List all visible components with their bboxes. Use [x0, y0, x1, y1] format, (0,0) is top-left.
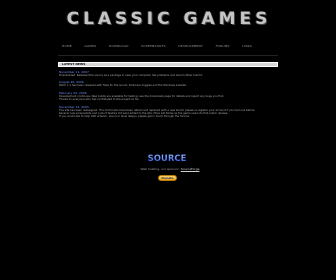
nav-item-forums[interactable]: forums: [216, 43, 230, 51]
sponsor-logo-text: SOURCE: [148, 154, 187, 163]
nav-item-games[interactable]: games: [85, 43, 97, 51]
nav-item-development[interactable]: development: [178, 43, 203, 51]
sponsor-link[interactable]: SourceForge: [181, 167, 200, 171]
news-text: Thanks to everyone who has contributed t…: [59, 98, 140, 102]
news-text: Downloaded. Released the source as a pac…: [59, 74, 203, 77]
section-header-bar: LATEST NEWS: [58, 62, 278, 67]
site-banner-logo[interactable]: CLASSIC GAMES: [60, 6, 278, 32]
nav-item-home[interactable]: home: [62, 43, 72, 51]
nav-item-links[interactable]: links: [242, 43, 252, 51]
page: CLASSIC GAMES home games download screen…: [0, 0, 336, 280]
news-item: August 20, 2006 Patch 1.1 has been relea…: [59, 80, 277, 87]
nav-divider: [58, 55, 278, 56]
section-title: LATEST NEWS: [62, 62, 86, 66]
footer-caption-text: Web hosting, our sponsor:: [140, 167, 180, 171]
news-text: Patch 1.1 has been released with fixes f…: [59, 84, 187, 88]
donate-button[interactable]: Donate: [158, 175, 177, 181]
news-item: November 11, 2007 Downloaded. Released t…: [59, 70, 277, 77]
news-text: If you would like to help with artwork, …: [59, 115, 190, 119]
main-nav: home games download screenshots developm…: [62, 43, 252, 51]
sponsor-logo[interactable]: SOURCE: [146, 153, 188, 163]
footer-caption: Web hosting, our sponsor: SourceForge: [130, 167, 210, 171]
nav-item-download[interactable]: download: [109, 43, 129, 51]
news-item: February 24, 2006 Development continues.…: [59, 91, 277, 102]
news-item: December 12, 2005 The site has been rede…: [59, 105, 277, 119]
site-banner-title: CLASSIC GAMES: [66, 9, 272, 29]
news-list: November 11, 2007 Downloaded. Released t…: [59, 70, 277, 140]
nav-item-screenshots[interactable]: screenshots: [141, 43, 166, 51]
